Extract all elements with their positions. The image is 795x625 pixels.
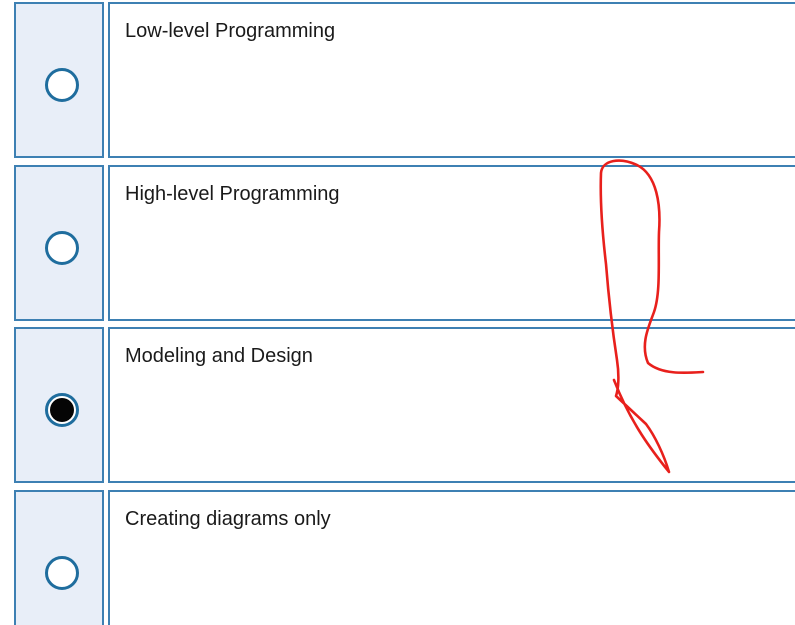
option-radio-cell[interactable]: [14, 165, 104, 321]
answer-options-page: Low-level Programming High-level Program…: [0, 0, 795, 625]
radio-button-high-level-programming[interactable]: [45, 231, 79, 265]
option-radio-cell[interactable]: [14, 490, 104, 625]
option-label-cell[interactable]: Creating diagrams only: [108, 490, 795, 625]
option-row-modeling-and-design[interactable]: Modeling and Design: [0, 325, 795, 485]
option-row-creating-diagrams-only[interactable]: Creating diagrams only: [0, 488, 795, 625]
radio-button-creating-diagrams-only[interactable]: [45, 556, 79, 590]
radio-button-low-level-programming[interactable]: [45, 68, 79, 102]
radio-button-modeling-and-design[interactable]: [45, 393, 79, 427]
option-radio-cell[interactable]: [14, 2, 104, 158]
option-label-cell[interactable]: Low-level Programming: [108, 2, 795, 158]
option-label-low-level-programming: Low-level Programming: [125, 20, 336, 42]
option-label-cell[interactable]: Modeling and Design: [108, 327, 795, 483]
option-radio-cell[interactable]: [14, 327, 104, 483]
option-label-creating-diagrams-only: Creating diagrams only: [125, 508, 331, 530]
option-label-cell[interactable]: High-level Programming: [108, 165, 795, 321]
option-label-high-level-programming: High-level Programming: [125, 183, 340, 205]
option-label-modeling-and-design: Modeling and Design: [125, 345, 313, 367]
option-row-low-level-programming[interactable]: Low-level Programming: [0, 0, 795, 160]
option-row-high-level-programming[interactable]: High-level Programming: [0, 163, 795, 323]
